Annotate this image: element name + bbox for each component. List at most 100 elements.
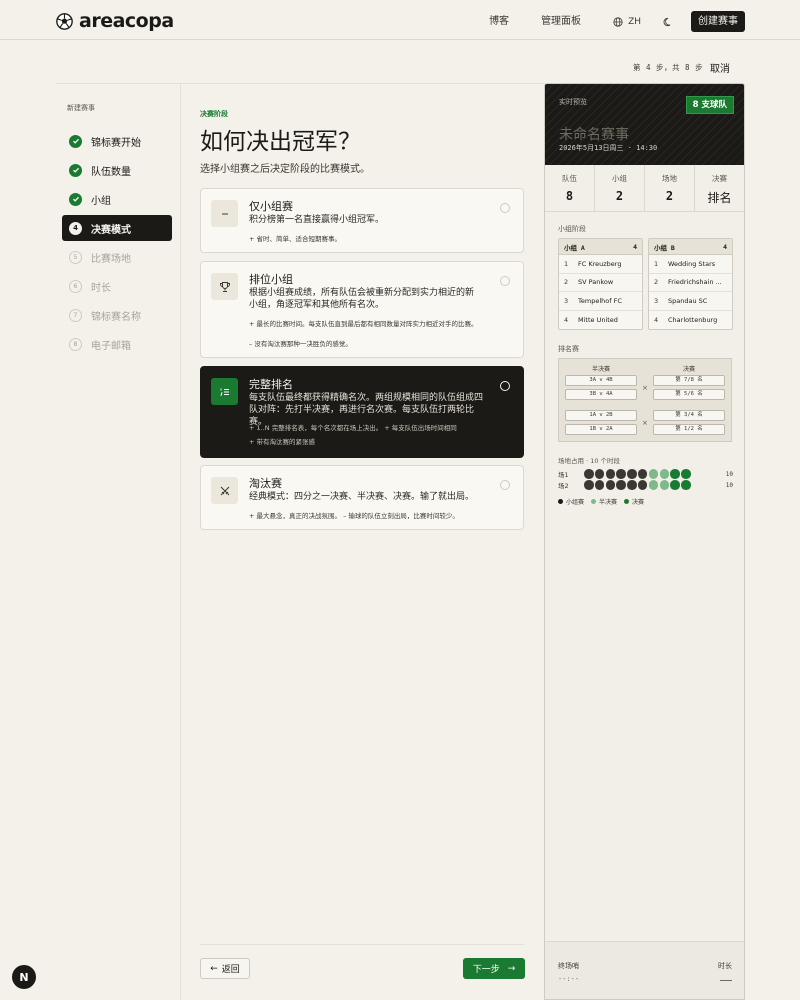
groups-label: 小组阶段 [558,225,586,233]
step-counter: 第 4 步，共 8 步 [633,63,704,72]
option-radio[interactable] [500,203,510,213]
bracket-match: 1A v 2B [565,410,637,421]
time-slot-dot [616,469,626,479]
option-bullet: + 最长的比赛时间。每支队伍直到最后都有相同数量对阵实力相近对手的比赛。 [249,320,478,328]
preview-hero: 实时预览 8 支球队 未命名赛事 2026年5月13日周三 · 14:30 [545,84,744,165]
step-number: 7 [69,308,82,322]
ranking-bracket: 半决赛 决赛 3A v 4B 3B v 4A 1A v 2B 1B v 2A ×… [558,358,732,442]
option-card-group-only[interactable]: 仅小组赛 积分榜第一名直接赢得小组冠军。 + 省时、简单、适合短期赛事。 [200,188,524,253]
brand-logo[interactable]: areacopa [56,10,174,32]
option-card-ranking-groups[interactable]: 排位小组 根据小组赛成绩，所有队伍会被重新分配到实力相近的新小组，角逐冠军和其他… [200,261,524,358]
end-whistle-label: 终场哨 [558,962,579,970]
sidebar-step: 8 电子邮箱 [62,331,172,357]
trophy-icon [211,273,238,300]
wizard-sidebar: 新建赛事 锦标赛开始 队伍数量 小组 4 决赛模式 5 比赛场地 6 时长 7 锦标赛名称 8 电子邮箱 [56,84,181,1000]
option-radio[interactable] [500,480,510,490]
option-description: 根据小组赛成绩，所有队伍会被重新分配到实力相近的新小组，角逐冠军和其他所有名次。 [249,288,475,310]
semi-label: 半决赛 [591,366,610,373]
footer-divider [200,944,524,945]
dash-icon [211,200,238,227]
next-button-label: 下一步 [472,965,500,975]
nextjs-dev-icon[interactable]: N [12,965,36,989]
globe-icon [613,16,623,27]
page-title: 如何决出冠军？ [200,129,361,155]
bracket-match: 第 7/8 名 [653,375,725,386]
sidebar-title: 新建赛事 [67,104,95,112]
sidebar-step-label: 时长 [91,282,111,294]
nav-blog-link[interactable]: 博客 [489,12,509,32]
time-slot-dot [594,469,605,479]
time-slot-dot [648,480,659,490]
venue-row: 场2 10 [558,480,733,490]
cancel-link[interactable]: 取消 [710,60,730,75]
option-radio-selected[interactable] [500,381,510,391]
venue-row: 场1 10 [558,469,733,479]
create-event-button[interactable]: 创建赛事 [691,11,745,32]
option-bullet: + 1..N 完整排名表，每个名次都在场上决出。 + 每支队伍出场时间相同 [249,424,457,432]
end-whistle-value: --:-- [558,975,580,983]
venue-legend: 小组赛 半决赛 决赛 [558,497,644,506]
bracket-match: 第 5/6 名 [653,389,725,400]
step-list: 锦标赛开始 队伍数量 小组 4 决赛模式 5 比赛场地 6 时长 7 锦标赛名称 8 电子邮箱 [62,128,172,360]
option-title: 排位小组 [249,273,293,286]
step-number: 4 [69,221,82,235]
bracket-match: 第 3/4 名 [653,410,725,421]
back-button[interactable]: ← 返回 [200,958,250,979]
check-icon [69,163,82,177]
option-radio[interactable] [500,276,510,286]
group-row: 4 Charlottenburg [654,315,718,324]
group-row: 3 Spandau SC [649,292,732,311]
event-name: 未命名赛事 [559,127,629,143]
bracket-match: 1B v 2A [565,424,637,435]
time-slot-dot [627,469,637,479]
page-subtitle: 选择小组赛之后决定阶段的比赛模式。 [200,164,370,175]
sidebar-step: 6 时长 [62,273,172,299]
back-button-label: 返回 [221,965,240,975]
arrow-right-icon: → [507,963,516,974]
sidebar-step[interactable]: 队伍数量 [62,157,172,183]
option-bullet: + 最大悬念，真正的决战氛围。 – 输球的队伍立刻出局，比赛时间较少。 [249,512,459,520]
preview-stats: 队伍 8 小组 2 场地 2 决赛 排名 [545,165,744,212]
time-slot-dot [681,480,691,490]
sidebar-step[interactable]: 4 决赛模式 [62,215,172,241]
sidebar-step-label: 小组 [91,195,111,207]
top-header: areacopa 博客 管理面板 ZH 创建赛事 [0,0,800,40]
legend-dot-icon [624,499,630,504]
option-bullet: + 带有淘汰赛的紧张感 [249,438,316,446]
nav-dashboard-link[interactable]: 管理面板 [541,12,581,32]
legend-item: 半决赛 [591,497,617,506]
time-slot-dot [637,480,648,490]
legend-label: 决赛 [632,499,645,506]
team-count-badge: 8 支球队 [685,96,734,114]
group-b-table: 小组 B4 1 Wedding Stars 2 Friedrichshain ...… [648,238,733,330]
time-slot-dot [648,469,659,479]
versus-icon: × [642,419,648,427]
sidebar-step-label: 决赛模式 [91,224,131,236]
bracket-match: 3B v 4A [565,389,637,400]
option-bullet: + 省时、简单、适合短期赛事。 [249,235,342,243]
venue-usage-label: 场地占用 · 10 个时段 [558,457,621,465]
option-card-full-ranking[interactable]: 完整排名 每支队伍最终都获得精确名次。两组规模相同的队伍组成四队对阵：先打半决赛… [200,366,524,458]
sidebar-step[interactable]: 锦标赛开始 [62,128,172,154]
ranking-list-icon [211,378,238,405]
option-card-knockout[interactable]: 淘汰赛 经典模式：四分之一决赛、半决赛、决赛。输了就出局。 + 最大悬念，真正的… [200,465,524,530]
sidebar-step-label: 锦标赛开始 [91,137,141,149]
group-row: 2 SV Pankow [559,274,642,292]
sidebar-step-label: 比赛场地 [91,253,131,265]
time-slot-dot [605,480,616,490]
group-header: 小组 B4 [649,239,732,255]
event-date: 2026年5月13日周三 · 14:30 [559,144,658,152]
next-button[interactable]: 下一步 → [463,958,525,979]
group-row: 1 Wedding Stars [649,255,732,274]
time-slot-dot [627,480,637,490]
check-icon [69,192,82,206]
swords-icon [211,477,238,504]
legend-label: 半决赛 [599,499,618,506]
theme-toggle[interactable] [663,12,675,32]
bracket-match: 第 1/2 名 [653,424,725,435]
time-slot-dot [584,469,594,479]
group-row: 1 FC Kreuzberg [559,255,642,274]
sidebar-step[interactable]: 小组 [62,186,172,212]
language-switcher[interactable]: ZH [613,12,641,32]
time-slot-dot [659,469,670,479]
